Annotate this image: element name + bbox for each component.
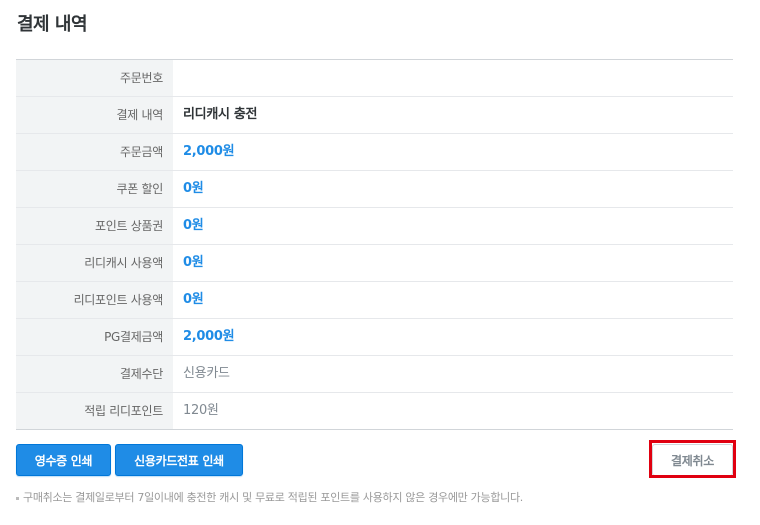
row-ridicash-used: 리디캐시 사용액 0원 [16, 245, 733, 282]
label-pg-payment-amount: PG결제금액 [16, 319, 173, 355]
value-order-amount: 2,000원 [183, 144, 235, 159]
notice-text: 구매취소는 결제일로부터 7일이내에 충전한 캐시 및 무료로 적립된 포인트를… [16, 489, 523, 505]
print-receipt-button[interactable]: 영수증 인쇄 [16, 444, 111, 476]
label-order-number: 주문번호 [16, 60, 173, 96]
row-order-amount: 주문금액 2,000원 [16, 134, 733, 171]
notice-label: 구매취소는 결제일로부터 7일이내에 충전한 캐시 및 무료로 적립된 포인트를… [23, 491, 523, 504]
label-payment-method: 결제수단 [16, 356, 173, 392]
value-payment-detail: 리디캐시 충전 [183, 107, 258, 122]
label-earned-ridipoint: 적립 리디포인트 [16, 393, 173, 429]
bullet-icon [16, 496, 19, 500]
row-payment-detail: 결제 내역 리디캐시 충전 [16, 97, 733, 134]
value-order-number [173, 60, 733, 96]
value-ridipoint-used: 0원 [183, 292, 204, 307]
cancel-payment-button[interactable]: 결제취소 [652, 444, 733, 476]
value-ridicash-used: 0원 [183, 255, 204, 270]
row-point-voucher: 포인트 상품권 0원 [16, 208, 733, 245]
row-earned-ridipoint: 적립 리디포인트 120원 [16, 393, 733, 430]
label-order-amount: 주문금액 [16, 134, 173, 170]
label-ridicash-used: 리디캐시 사용액 [16, 245, 173, 281]
value-payment-method: 신용카드 [183, 366, 230, 381]
label-payment-detail: 결제 내역 [16, 97, 173, 133]
row-order-number: 주문번호 [16, 60, 733, 97]
value-pg-payment-amount: 2,000원 [183, 329, 235, 344]
row-payment-method: 결제수단 신용카드 [16, 356, 733, 393]
payment-info-table: 주문번호 결제 내역 리디캐시 충전 주문금액 2,000원 쿠폰 할인 0원 … [16, 59, 733, 430]
label-ridipoint-used: 리디포인트 사용액 [16, 282, 173, 318]
value-coupon-discount: 0원 [183, 181, 204, 196]
row-ridipoint-used: 리디포인트 사용액 0원 [16, 282, 733, 319]
row-pg-payment-amount: PG결제금액 2,000원 [16, 319, 733, 356]
print-card-slip-button[interactable]: 신용카드전표 인쇄 [115, 444, 243, 476]
page-title: 결제 내역 [17, 14, 88, 35]
row-coupon-discount: 쿠폰 할인 0원 [16, 171, 733, 208]
value-point-voucher: 0원 [183, 218, 204, 233]
label-coupon-discount: 쿠폰 할인 [16, 171, 173, 207]
label-point-voucher: 포인트 상품권 [16, 208, 173, 244]
value-earned-ridipoint: 120원 [183, 403, 219, 418]
